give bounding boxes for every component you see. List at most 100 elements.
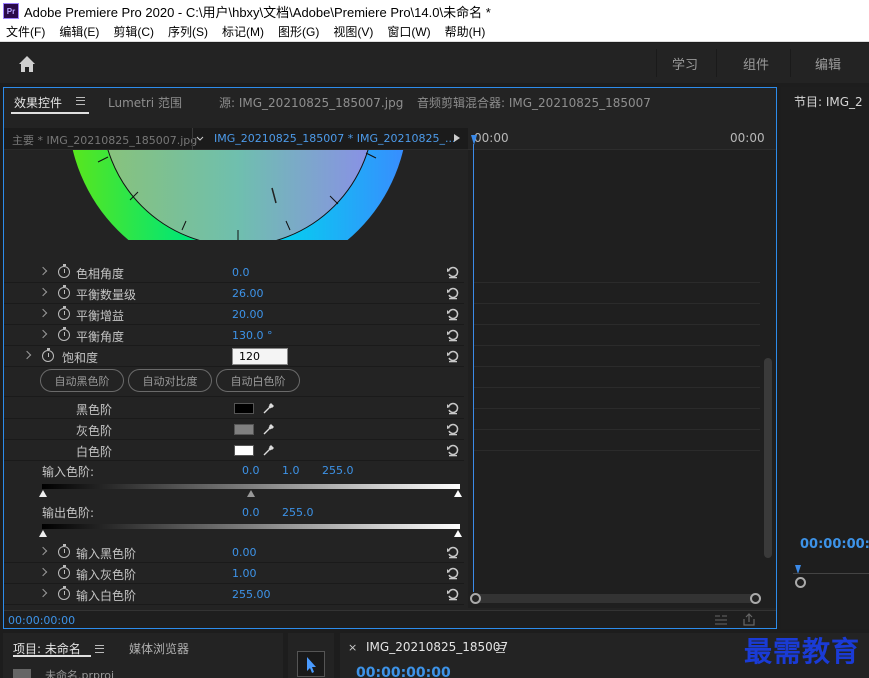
- tab-media-browser[interactable]: 媒体浏览器: [129, 640, 189, 657]
- stopwatch-icon[interactable]: [58, 565, 70, 579]
- eyedropper-icon[interactable]: [262, 401, 276, 415]
- vertical-scrollbar[interactable]: [764, 358, 772, 558]
- property-value[interactable]: 130.0 °: [232, 329, 273, 342]
- tab-lumetri-scopes[interactable]: Lumetri 范围: [108, 94, 182, 111]
- expand-chevron-icon[interactable]: [38, 546, 48, 556]
- input-white-handle[interactable]: [454, 490, 462, 497]
- expand-chevron-icon[interactable]: [38, 287, 48, 297]
- expand-chevron-icon[interactable]: [38, 588, 48, 598]
- property-value[interactable]: 1.00: [232, 567, 257, 580]
- menu-graphics[interactable]: 图形(G): [278, 23, 319, 40]
- input-levels-gradient[interactable]: [42, 484, 460, 489]
- output-levels-gradient[interactable]: [42, 524, 460, 529]
- menu-help[interactable]: 帮助(H): [445, 23, 486, 40]
- input-level-black-value[interactable]: 0.0: [242, 464, 260, 477]
- tab-audio-clip-mixer[interactable]: 音频剪辑混合器: IMG_20210825_185007: [417, 94, 651, 111]
- property-value[interactable]: 255.00: [232, 588, 271, 601]
- panel-menu-icon[interactable]: [76, 97, 85, 105]
- expand-chevron-icon[interactable]: [38, 266, 48, 276]
- zoom-handle-left[interactable]: [470, 593, 481, 604]
- saturation-input[interactable]: 120: [232, 348, 288, 365]
- stopwatch-icon[interactable]: [58, 544, 70, 558]
- auto-black-level-button[interactable]: 自动黑色阶: [40, 369, 124, 392]
- reset-icon[interactable]: [446, 587, 460, 601]
- input-gray-handle[interactable]: [247, 490, 255, 497]
- sequence-timecode[interactable]: 00:00:00:00: [356, 665, 451, 678]
- playhead-handle[interactable]: [471, 135, 477, 145]
- workspace-tab-assembly[interactable]: 组件: [743, 54, 769, 73]
- program-zoom-handle[interactable]: [795, 577, 806, 588]
- menu-sequence[interactable]: 序列(S): [168, 23, 208, 40]
- auto-white-level-button[interactable]: 自动白色阶: [216, 369, 300, 392]
- stopwatch-icon[interactable]: [58, 264, 70, 278]
- selection-tool-button[interactable]: [297, 651, 325, 677]
- property-value[interactable]: 0.00: [232, 546, 257, 559]
- expand-chevron-icon[interactable]: [38, 567, 48, 577]
- play-triangle-icon[interactable]: [454, 134, 460, 142]
- panel-menu-icon[interactable]: [496, 645, 505, 653]
- expand-chevron-icon[interactable]: [22, 350, 32, 360]
- eyedropper-icon[interactable]: [262, 443, 276, 457]
- stopwatch-icon[interactable]: [58, 586, 70, 600]
- current-timecode[interactable]: 00:00:00:00: [8, 614, 75, 627]
- reset-icon[interactable]: [446, 328, 460, 342]
- property-row-saturation: 饱和度 120: [4, 346, 464, 367]
- tab-sequence[interactable]: IMG_20210825_185007: [366, 640, 508, 654]
- program-timecode[interactable]: 00:00:00:0: [800, 537, 869, 552]
- reset-icon[interactable]: [446, 401, 460, 415]
- output-level-black-value[interactable]: 0.0: [242, 506, 260, 519]
- input-black-handle[interactable]: [39, 490, 47, 497]
- zoom-handle-right[interactable]: [750, 593, 761, 604]
- reset-icon[interactable]: [446, 265, 460, 279]
- reset-icon[interactable]: [446, 422, 460, 436]
- reset-icon[interactable]: [446, 443, 460, 457]
- reset-icon[interactable]: [446, 566, 460, 580]
- property-value[interactable]: 0.0: [232, 266, 250, 279]
- auto-contrast-button[interactable]: 自动对比度: [128, 369, 212, 392]
- tab-source[interactable]: 源: IMG_20210825_185007.jpg: [219, 94, 403, 111]
- menu-markers[interactable]: 标记(M): [222, 23, 264, 40]
- input-level-gray-value[interactable]: 1.0: [282, 464, 300, 477]
- menu-edit[interactable]: 编辑(E): [59, 23, 99, 40]
- panel-menu-icon[interactable]: [95, 645, 104, 653]
- menu-clip[interactable]: 剪辑(C): [113, 23, 154, 40]
- stopwatch-icon[interactable]: [58, 327, 70, 341]
- eyedropper-icon[interactable]: [262, 422, 276, 436]
- program-monitor-title[interactable]: 节目: IMG_2: [794, 93, 863, 110]
- black-level-swatch[interactable]: [234, 403, 254, 414]
- horizontal-scrollbar[interactable]: [474, 594, 758, 603]
- workspace-tab-learn[interactable]: 学习: [672, 54, 698, 73]
- menu-view[interactable]: 视图(V): [333, 23, 373, 40]
- tab-effect-controls[interactable]: 效果控件: [14, 94, 62, 111]
- input-level-white-value[interactable]: 255.0: [322, 464, 354, 477]
- color-wheel[interactable]: [68, 150, 408, 240]
- menu-window[interactable]: 窗口(W): [387, 23, 430, 40]
- project-file-name[interactable]: 未命名.prproj: [45, 667, 114, 678]
- sequence-clip-label[interactable]: IMG_20210825_185007 * IMG_20210825_...: [214, 132, 455, 145]
- property-value[interactable]: 26.00: [232, 287, 264, 300]
- filter-icon[interactable]: [714, 614, 728, 626]
- chevron-down-icon[interactable]: [196, 136, 204, 142]
- menu-file[interactable]: 文件(F): [6, 23, 45, 40]
- white-level-swatch[interactable]: [234, 445, 254, 456]
- timeline-ruler[interactable]: 00:00 00:00: [454, 128, 776, 150]
- stopwatch-icon[interactable]: [42, 348, 54, 362]
- stopwatch-icon[interactable]: [58, 306, 70, 320]
- expand-chevron-icon[interactable]: [38, 308, 48, 318]
- stopwatch-icon[interactable]: [58, 285, 70, 299]
- close-icon[interactable]: ×: [348, 641, 357, 654]
- reset-icon[interactable]: [446, 286, 460, 300]
- master-clip-label[interactable]: 主要 * IMG_20210825_185007.jpg: [12, 132, 197, 148]
- expand-chevron-icon[interactable]: [38, 329, 48, 339]
- reset-icon[interactable]: [446, 349, 460, 363]
- reset-icon[interactable]: [446, 307, 460, 321]
- output-white-handle[interactable]: [454, 530, 462, 537]
- property-value[interactable]: 20.00: [232, 308, 264, 321]
- workspace-tab-editing[interactable]: 编辑: [815, 54, 841, 73]
- export-icon[interactable]: [742, 613, 756, 626]
- output-level-white-value[interactable]: 255.0: [282, 506, 314, 519]
- home-icon[interactable]: [16, 53, 38, 75]
- reset-icon[interactable]: [446, 545, 460, 559]
- output-black-handle[interactable]: [39, 530, 47, 537]
- gray-level-swatch[interactable]: [234, 424, 254, 435]
